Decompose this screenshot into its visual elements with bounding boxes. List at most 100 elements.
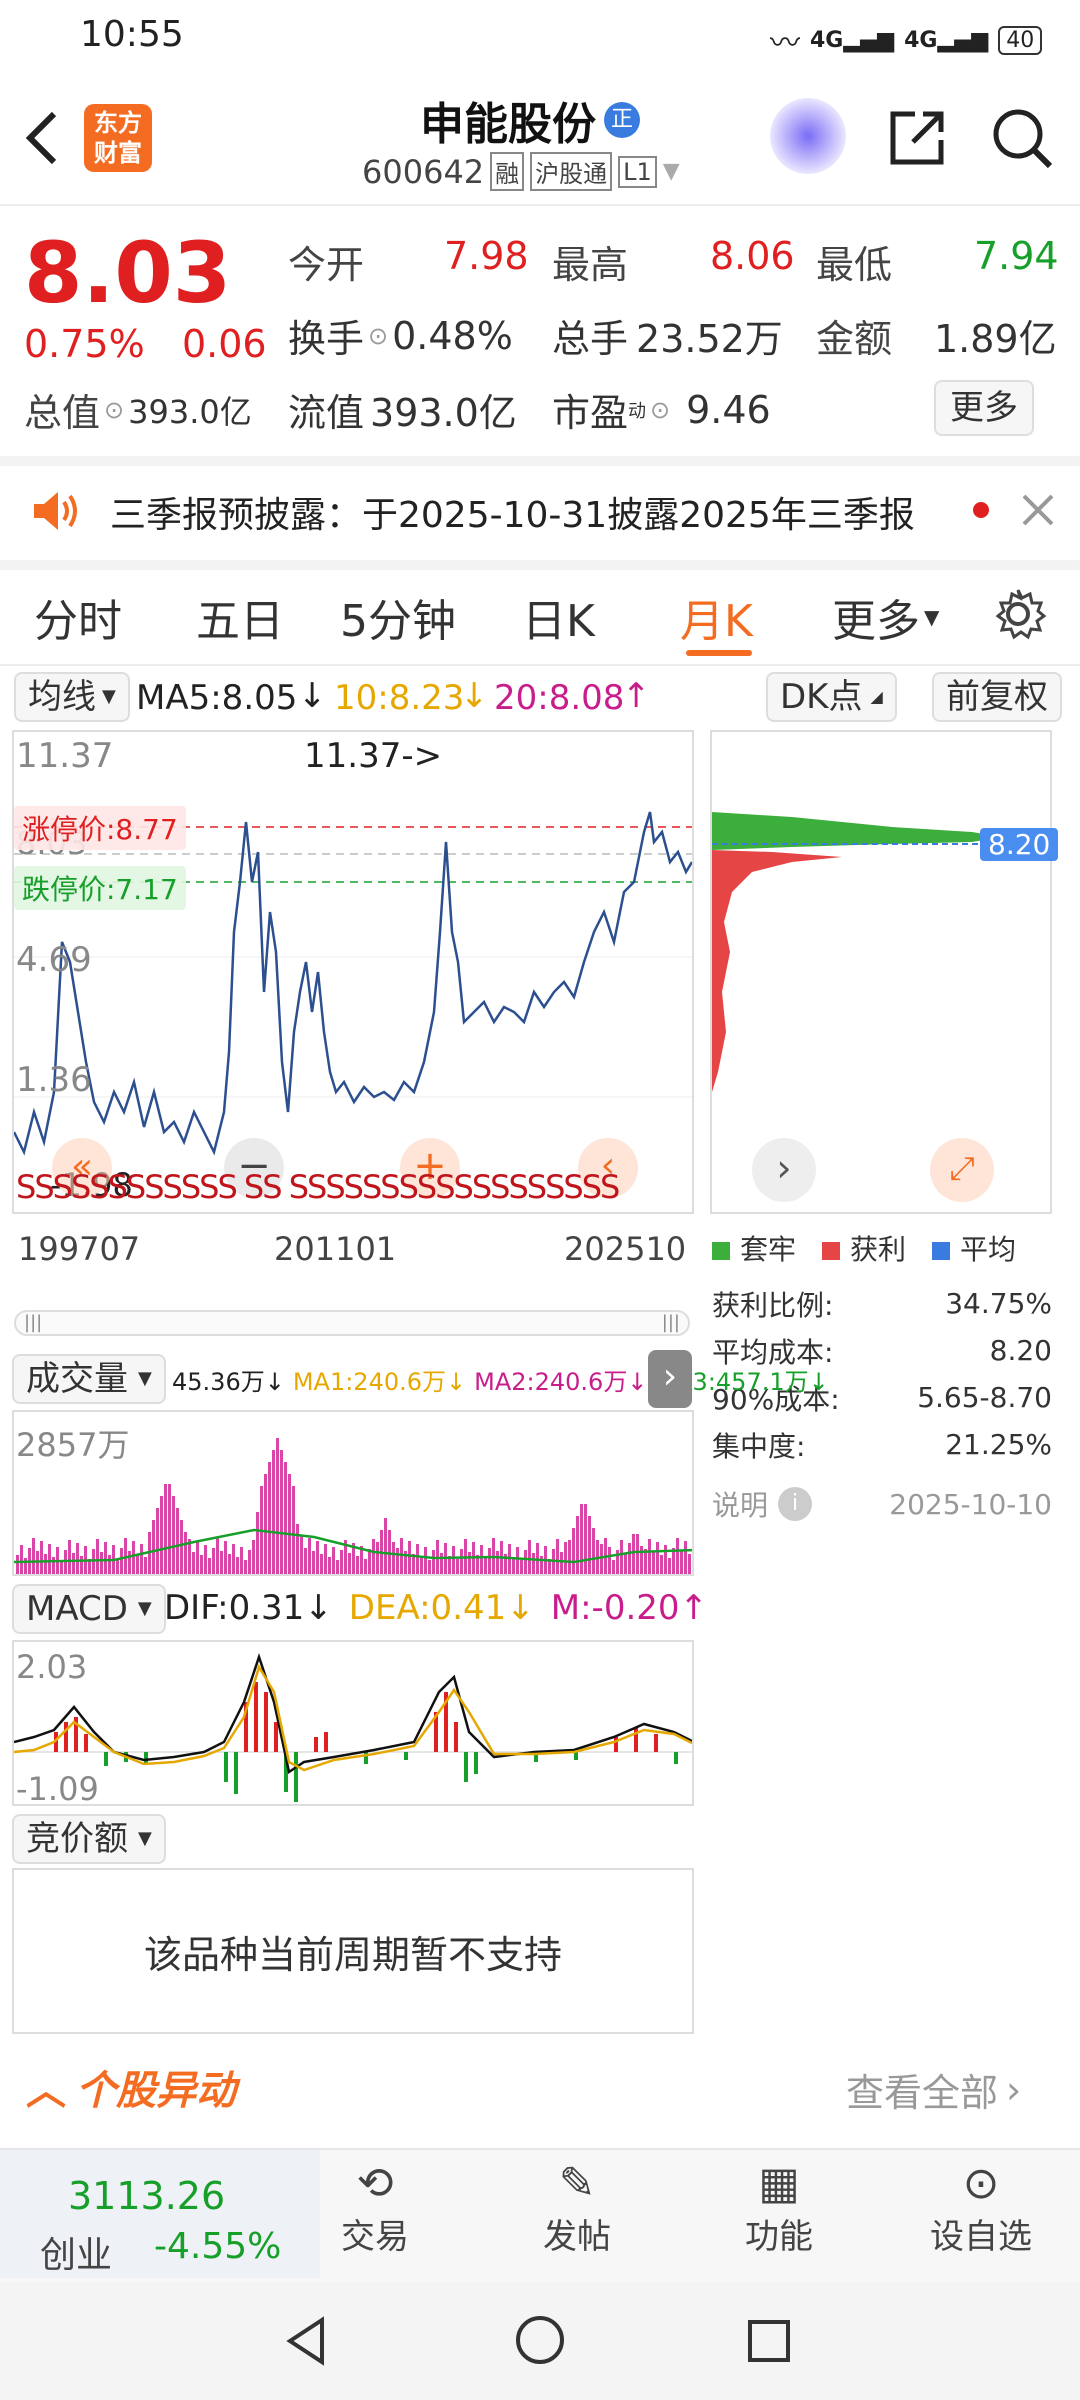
view-all-link[interactable]: 查看全部 › xyxy=(846,2062,1021,2117)
expand-icon[interactable]: ⤢ xyxy=(930,1138,994,1202)
volume-bar xyxy=(332,1547,335,1574)
notice-text[interactable]: 三季报预披露：于2025-10-31披露2025年三季报 xyxy=(110,486,915,538)
stock-title: 申能股份 正 xyxy=(420,88,640,152)
volume-bar xyxy=(688,1554,691,1574)
volume-bar xyxy=(340,1550,343,1574)
legend-profit-label: 获利 xyxy=(850,1233,907,1266)
volume-bar xyxy=(496,1551,499,1574)
settings-icon[interactable] xyxy=(990,586,1047,642)
volume-bar xyxy=(516,1547,519,1574)
share-icon[interactable] xyxy=(885,106,949,170)
volume-bar xyxy=(612,1560,615,1574)
volume-bar xyxy=(644,1549,647,1574)
dk-button[interactable]: DK点 ◢ xyxy=(766,672,897,722)
pe-value: 9.46 xyxy=(686,387,771,432)
tab-5min[interactable]: 5分钟 xyxy=(340,585,456,649)
view-all-label: 查看全部 xyxy=(846,2071,999,2115)
high-value: 8.06 xyxy=(710,234,795,278)
recents-nav-icon[interactable] xyxy=(746,2318,792,2364)
assistant-avatar-icon[interactable] xyxy=(770,98,846,174)
volume-bar xyxy=(628,1543,631,1574)
back-icon[interactable] xyxy=(22,108,62,168)
scroll-handle-right[interactable]: ||| xyxy=(662,1312,680,1333)
float-cap-row: 流值 393.0亿 xyxy=(288,382,517,437)
volume-bar xyxy=(376,1542,379,1574)
amount-value: 1.89亿 xyxy=(934,317,1057,361)
chip-note-row[interactable]: 说明 i 2025-10-10 xyxy=(712,1484,1052,1524)
search-icon[interactable] xyxy=(990,106,1054,170)
volume-bar xyxy=(384,1518,387,1574)
volume-bar xyxy=(300,1536,303,1574)
change-pct: 0.75% xyxy=(24,322,145,366)
chart-scrollbar[interactable]: ||| ||| xyxy=(14,1310,690,1336)
nav-trade-label: 交易 xyxy=(341,2217,409,2257)
tab-fenshi[interactable]: 分时 xyxy=(34,585,122,649)
ma-select[interactable]: 均线 ▼ xyxy=(14,672,130,722)
movement-header[interactable]: ︿ 个股异动 xyxy=(26,2058,236,2116)
volume-select[interactable]: 成交量 ▼ xyxy=(12,1354,166,1404)
info-icon[interactable]: ⊙ xyxy=(368,322,388,350)
pe-row: 市盈 动 ⊙ 9.46 xyxy=(552,382,771,437)
volume-bar xyxy=(360,1546,363,1574)
stock-code-row[interactable]: 600642 融 沪股通 L1 ▼ xyxy=(362,152,680,191)
volume-bar xyxy=(172,1496,175,1574)
fq-button[interactable]: 前复权 xyxy=(932,672,1062,722)
back-nav-icon[interactable] xyxy=(282,2316,332,2366)
volume-bar xyxy=(556,1539,559,1574)
volume-bar xyxy=(168,1484,171,1574)
dk-label: DK点 xyxy=(780,677,863,717)
volume-bar xyxy=(212,1548,215,1574)
macd-select[interactable]: MACD ▼ xyxy=(12,1584,166,1634)
index-name: 创业 xyxy=(40,2235,113,2276)
volume-bar xyxy=(160,1496,163,1574)
volume-bar xyxy=(636,1534,639,1574)
volume-bar xyxy=(552,1549,555,1574)
auction-select[interactable]: 竞价额 ▼ xyxy=(12,1814,166,1864)
next-period-icon[interactable]: › xyxy=(752,1138,816,1202)
volume-bar xyxy=(564,1542,567,1574)
volume-bar xyxy=(136,1554,139,1574)
nav-post-label: 发帖 xyxy=(543,2217,611,2257)
volume-label: 总手 xyxy=(552,317,629,361)
volume-bar xyxy=(40,1541,43,1574)
volume-row: 总手 23.52万 xyxy=(552,308,783,363)
volume-bar xyxy=(432,1550,435,1574)
more-quote-button[interactable]: 更多 xyxy=(934,380,1034,436)
volume-bar xyxy=(428,1560,431,1574)
volume-bar xyxy=(128,1551,131,1574)
volume-bar xyxy=(572,1528,575,1574)
float-cap-value: 393.0亿 xyxy=(370,391,517,435)
nav-watchlist[interactable]: ⊙ 设自选 xyxy=(906,2150,1056,2258)
index-widget[interactable]: 3113.26 创业 -4.55% xyxy=(0,2150,320,2278)
volume-bar xyxy=(312,1551,315,1574)
info-icon-2[interactable]: ⊙ xyxy=(104,396,124,424)
volume-bar xyxy=(92,1549,95,1574)
turnover-label: 换手 xyxy=(288,317,365,361)
macd-chart[interactable] xyxy=(12,1640,694,1806)
volume-bar xyxy=(424,1547,427,1574)
volume-bar xyxy=(584,1504,587,1574)
nav-trade[interactable]: ⟲ 交易 xyxy=(300,2150,450,2258)
volume-bar xyxy=(224,1541,227,1574)
tab-wuri[interactable]: 五日 xyxy=(196,585,284,649)
limit-down-label: 跌停价:7.17 xyxy=(14,866,186,910)
chip-distribution-chart[interactable] xyxy=(710,730,1052,1214)
ma5-arrow: ↓ xyxy=(298,676,327,716)
home-nav-icon[interactable] xyxy=(514,2314,566,2366)
nav-functions[interactable]: ▦ 功能 xyxy=(704,2150,854,2258)
indicator-next-icon[interactable]: › xyxy=(648,1350,692,1408)
nav-post[interactable]: ✎ 发帖 xyxy=(502,2150,652,2258)
vol-current: 45.36万↓ xyxy=(172,1368,285,1396)
notice-dot xyxy=(973,502,989,518)
dropdown-icon[interactable]: ▼ xyxy=(663,159,680,184)
close-icon[interactable] xyxy=(1018,490,1058,530)
scroll-handle-left[interactable]: ||| xyxy=(24,1312,42,1333)
tab-yuek[interactable]: 月K xyxy=(680,585,753,649)
info-icon-3[interactable]: ⊙ xyxy=(650,396,670,424)
tab-rik[interactable]: 日K xyxy=(522,585,595,649)
volume-bar xyxy=(664,1545,667,1574)
legend-trapped: 套牢 xyxy=(712,1228,796,1268)
volume-value: 23.52万 xyxy=(636,317,783,361)
tab-more[interactable]: 更多 ▼ xyxy=(832,585,939,649)
volume-bar xyxy=(452,1546,455,1574)
